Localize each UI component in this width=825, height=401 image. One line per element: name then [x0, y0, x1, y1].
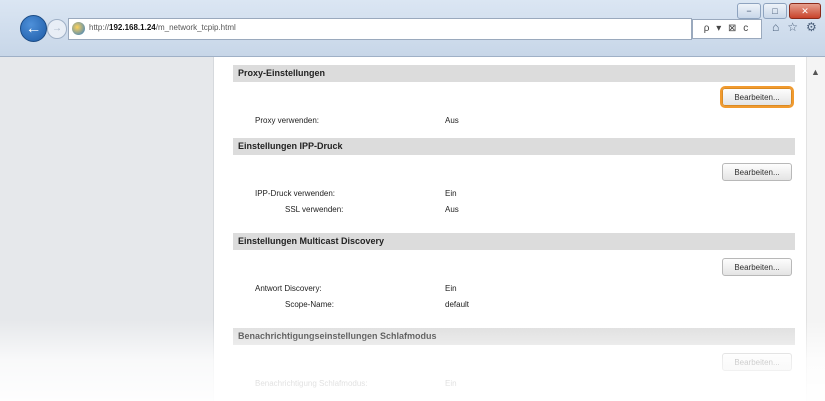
- section-proxy: Proxy-Einstellungen Bearbeiten... Proxy …: [233, 65, 795, 128]
- address-bar[interactable]: http://192.168.1.24/m_network_tcpip.html: [68, 18, 692, 40]
- forward-button[interactable]: →: [47, 19, 67, 39]
- setting-label: Proxy verwenden:: [255, 116, 320, 125]
- forward-arrow-icon: →: [52, 23, 62, 34]
- edit-button[interactable]: Bearbeiten...: [722, 88, 792, 106]
- toolbar-icons: ⌂ ☆ ⚙: [772, 20, 817, 34]
- section-ipp-print: Einstellungen IPP-Druck Bearbeiten... IP…: [233, 138, 795, 215]
- back-arrow-icon: ←: [25, 20, 42, 37]
- setting-label: Benachrichtigung Schlafmodus:: [255, 379, 368, 388]
- edit-button[interactable]: Bearbeiten...: [722, 258, 792, 276]
- setting-value: Ein: [445, 284, 457, 293]
- section-title: Proxy-Einstellungen: [233, 65, 795, 82]
- browser-chrome: − □ ✕ ← → http://192.168.1.24/m_network_…: [0, 0, 825, 57]
- setting-value: default: [445, 300, 470, 309]
- section-multicast-discovery: Einstellungen Multicast Discovery Bearbe…: [233, 233, 795, 310]
- favorites-star-icon[interactable]: ☆: [787, 20, 798, 34]
- maximize-button[interactable]: □: [763, 3, 787, 19]
- divider: [213, 57, 214, 401]
- close-window-button[interactable]: ✕: [789, 3, 821, 19]
- setting-value: Ein: [445, 189, 457, 198]
- setting-label: SSL verwenden:: [285, 205, 344, 214]
- setting-value: Aus: [445, 116, 459, 125]
- left-navigation-area: [0, 57, 213, 401]
- window-controls: − □ ✕: [737, 3, 821, 19]
- section-title: Benachrichtigungseinstellungen Schlafmod…: [233, 328, 795, 345]
- setting-label: IPP-Druck verwenden:: [255, 189, 336, 198]
- section-sleep-notification: Benachrichtigungseinstellungen Schlafmod…: [233, 328, 795, 395]
- setting-value: Ein: [445, 379, 457, 388]
- section-title: Einstellungen IPP-Druck: [233, 138, 795, 155]
- home-icon[interactable]: ⌂: [772, 20, 779, 34]
- settings-gear-icon[interactable]: ⚙: [806, 20, 817, 34]
- edit-button[interactable]: Bearbeiten...: [722, 353, 792, 371]
- address-tools[interactable]: ρ ▾ ⊠ c: [692, 19, 762, 39]
- setting-label: Antwort Discovery:: [255, 284, 322, 293]
- setting-value: Aus: [445, 205, 459, 214]
- minimize-button[interactable]: −: [737, 3, 761, 19]
- back-button[interactable]: ←: [20, 15, 47, 42]
- address-url: http://192.168.1.24/m_network_tcpip.html: [89, 23, 236, 32]
- setting-label: Scope-Name:: [285, 300, 334, 309]
- scroll-up-arrow-icon[interactable]: ▲: [811, 67, 820, 77]
- ie-favicon-icon: [72, 22, 85, 35]
- section-title: Einstellungen Multicast Discovery: [233, 233, 795, 250]
- vertical-scrollbar[interactable]: ▲: [806, 57, 825, 401]
- edit-button[interactable]: Bearbeiten...: [722, 163, 792, 181]
